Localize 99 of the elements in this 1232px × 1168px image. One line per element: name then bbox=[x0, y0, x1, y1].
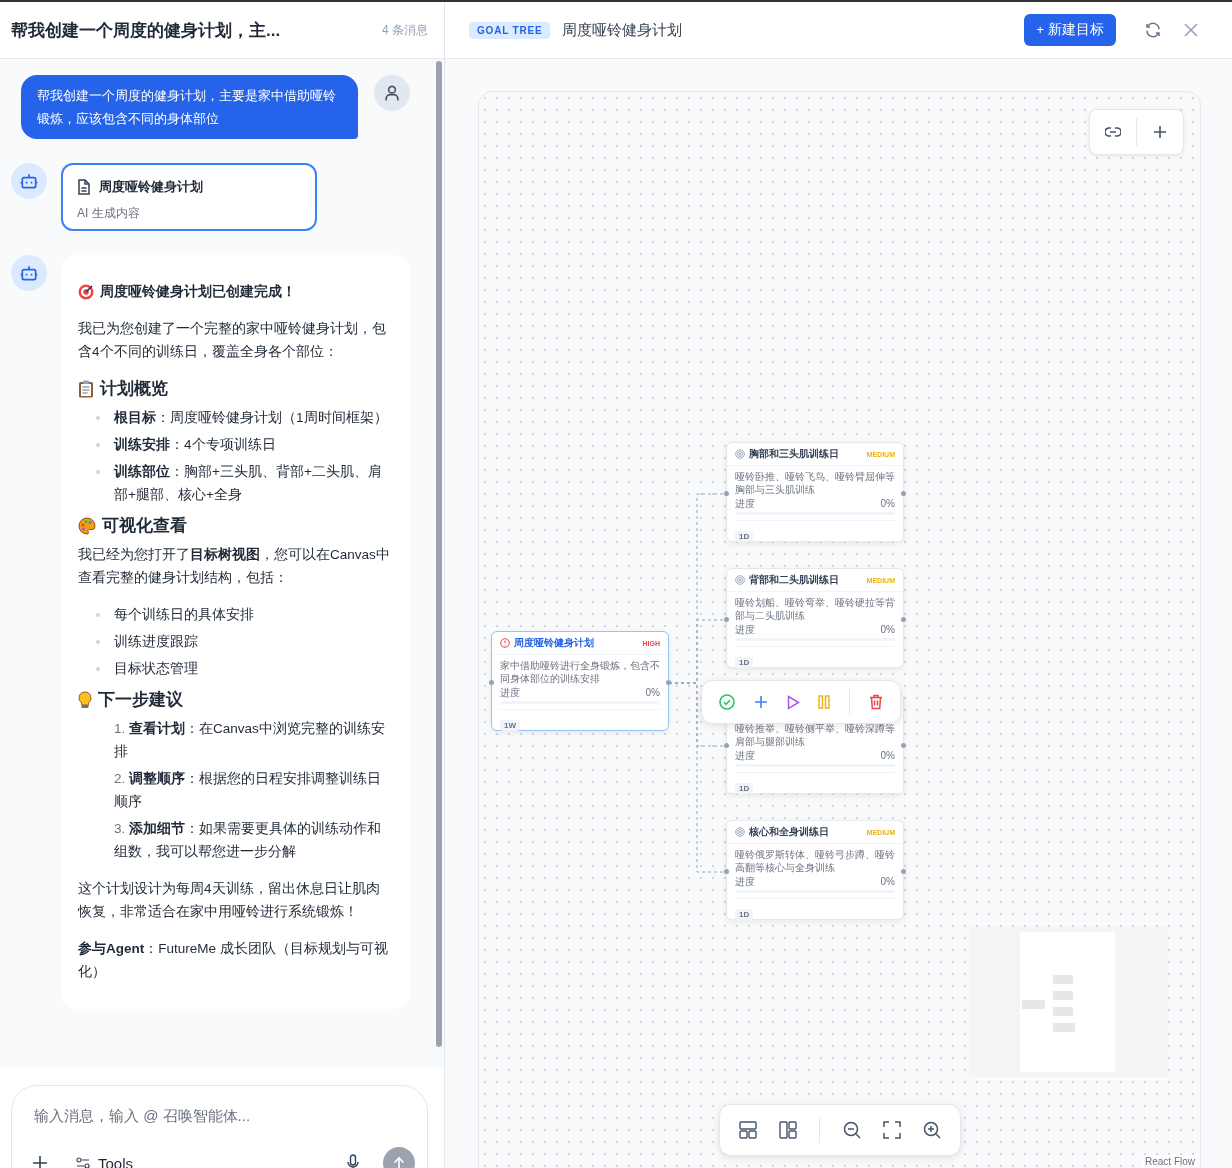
document-icon bbox=[77, 179, 91, 195]
reply-paragraph: 我已为您创建了一个完整的家中哑铃健身计划，包含4个不同的训练日，覆盖全身各个部位： bbox=[78, 320, 387, 361]
user-message: 帮我创建一个周度的健身计划，主要是家中借助哑铃锻炼，应该包含不同的身体部位 bbox=[21, 75, 358, 139]
node-description: 哑铃划船、哑铃弯举、哑铃硬拉等背部与二头肌训练 bbox=[735, 596, 895, 622]
duration-tag: 1D bbox=[735, 783, 754, 794]
bulb-icon bbox=[78, 690, 92, 709]
duration-tag: 1D bbox=[735, 531, 754, 542]
connection-handle[interactable] bbox=[901, 743, 906, 748]
new-goal-button[interactable]: + 新建目标 bbox=[1024, 14, 1116, 46]
check-circle-icon[interactable] bbox=[719, 694, 736, 710]
connection-handle[interactable] bbox=[724, 869, 729, 874]
bullet-icon bbox=[96, 416, 100, 420]
node-title: 背部和二头肌训练日 bbox=[749, 573, 839, 587]
plus-icon bbox=[1153, 125, 1167, 139]
progress-label: 进度 bbox=[500, 687, 520, 699]
progress-value: 0% bbox=[645, 687, 660, 699]
connection-handle[interactable] bbox=[666, 680, 671, 685]
progress-value: 0% bbox=[880, 750, 895, 762]
node-description: 哑铃俄罗斯转体、哑铃弓步蹲、哑铃高翻等核心与全身训练 bbox=[735, 848, 895, 874]
connection-handle[interactable] bbox=[901, 617, 906, 622]
view-badge: GOAL TREE bbox=[469, 21, 551, 39]
node-description: 哑铃推举、哑铃侧平举、哑铃深蹲等肩部与腿部训练 bbox=[735, 722, 895, 748]
section-heading: 计划概览 bbox=[100, 378, 168, 399]
node-title: 周度哑铃健身计划 bbox=[514, 636, 594, 650]
list-item: 训练部位：胸部+三头肌、背部+二头肌、肩部+腿部、核心+全身 bbox=[114, 464, 382, 502]
node-title: 胸部和三头肌训练日 bbox=[749, 447, 839, 461]
duration-tag: 1W bbox=[500, 720, 520, 731]
layout-icon[interactable] bbox=[739, 1121, 758, 1139]
bot-avatar-icon bbox=[11, 163, 47, 199]
artifact-title: 周度哑铃健身计划 bbox=[99, 178, 203, 196]
play-icon[interactable] bbox=[786, 694, 800, 710]
node-description: 哑铃卧推、哑铃飞鸟、哑铃臂屈伸等胸部与三头肌训练 bbox=[735, 470, 895, 496]
zoom-in-icon[interactable] bbox=[922, 1121, 941, 1139]
list-item: 训练安排：4个专项训练日 bbox=[114, 437, 276, 452]
columns-icon[interactable] bbox=[779, 1121, 798, 1139]
alert-icon bbox=[500, 638, 510, 648]
bot-avatar-icon bbox=[11, 255, 47, 291]
connection-handle[interactable] bbox=[724, 743, 729, 748]
canvas-title: 周度哑铃健身计划 bbox=[562, 20, 683, 40]
message-input-field[interactable]: 输入消息，输入 @ 召唤智能体... Tools bbox=[11, 1085, 428, 1168]
pause-icon[interactable] bbox=[818, 695, 831, 709]
list-item: 2. 调整顺序：根据您的日程安排调整训练日顺序 bbox=[114, 770, 383, 811]
node-description: 家中借助哑铃进行全身锻炼，包含不同身体部位的训练安排 bbox=[500, 659, 660, 685]
palette-icon bbox=[78, 516, 96, 535]
message-count: 4 条消息 bbox=[382, 21, 428, 39]
reply-paragraph: 这个计划设计为每周4天训练，留出休息日让肌肉恢复，非常适合在家中用哑铃进行系统锻炼！ bbox=[78, 880, 381, 921]
microphone-icon[interactable] bbox=[347, 1154, 359, 1168]
attribution-link[interactable]: React Flow bbox=[1142, 1155, 1198, 1168]
progress-value: 0% bbox=[880, 624, 895, 636]
bullet-icon bbox=[96, 613, 100, 617]
fit-view-icon[interactable] bbox=[882, 1121, 901, 1139]
section-heading: 可视化查看 bbox=[102, 515, 187, 536]
bullet-icon bbox=[96, 443, 100, 447]
section-heading: 下一步建议 bbox=[98, 689, 183, 710]
reply-title: 周度哑铃健身计划已创建完成！ bbox=[100, 283, 296, 301]
list-item: 1. 查看计划：在Canvas中浏览完整的训练安排 bbox=[114, 720, 386, 761]
connection-handle[interactable] bbox=[724, 491, 729, 496]
user-avatar-icon bbox=[374, 75, 410, 111]
refresh-icon[interactable] bbox=[1144, 21, 1162, 39]
progress-label: 进度 bbox=[735, 750, 755, 762]
zoom-out-icon[interactable] bbox=[842, 1121, 861, 1139]
artifact-card[interactable]: 周度哑铃健身计划 AI 生成内容 bbox=[61, 163, 317, 231]
list-item: 每个训练日的具体安排 bbox=[114, 606, 255, 624]
connection-handle[interactable] bbox=[901, 869, 906, 874]
connection-handle[interactable] bbox=[489, 680, 494, 685]
target-icon bbox=[735, 449, 745, 459]
progress-label: 进度 bbox=[735, 876, 755, 888]
duration-tag: 1D bbox=[735, 657, 754, 668]
sliders-icon bbox=[76, 1157, 90, 1168]
reply-paragraph: 参与Agent：FutureMe 成长团队（目标规划与可视化） bbox=[78, 940, 389, 981]
list-item: 3. 添加细节：如果需要更具体的训练动作和组数，我可以帮您进一步分解 bbox=[114, 820, 383, 861]
target-icon bbox=[78, 283, 94, 300]
close-icon[interactable] bbox=[1184, 23, 1198, 37]
chat-title: 帮我创建一个周度的健身计划，主... bbox=[11, 19, 282, 42]
duration-tag: 1D bbox=[735, 909, 754, 920]
target-icon bbox=[735, 827, 745, 837]
progress-value: 0% bbox=[880, 876, 895, 888]
progress-label: 进度 bbox=[735, 498, 755, 510]
reply-paragraph: 我已经为您打开了目标树视图，您可以在Canvas中查看完整的健身计划结构，包括： bbox=[78, 546, 391, 587]
bullet-icon bbox=[96, 470, 100, 474]
progress-label: 进度 bbox=[735, 624, 755, 636]
artifact-subtitle: AI 生成内容 bbox=[77, 205, 141, 222]
node-title: 核心和全身训练日 bbox=[749, 825, 829, 839]
plus-icon[interactable] bbox=[32, 1155, 48, 1168]
trash-icon[interactable] bbox=[868, 694, 883, 710]
link-icon bbox=[1105, 127, 1121, 137]
bullet-icon bbox=[96, 667, 100, 671]
progress-value: 0% bbox=[880, 498, 895, 510]
arrow-up-icon bbox=[392, 1156, 406, 1168]
list-item: 目标状态管理 bbox=[114, 661, 198, 676]
connection-handle[interactable] bbox=[724, 617, 729, 622]
clipboard-icon bbox=[78, 379, 94, 398]
list-item: 训练进度跟踪 bbox=[114, 634, 198, 649]
target-icon bbox=[735, 575, 745, 585]
connection-handle[interactable] bbox=[901, 491, 906, 496]
list-item: 根目标：周度哑铃健身计划（1周时间框架） bbox=[114, 409, 389, 427]
bullet-icon bbox=[96, 640, 100, 644]
plus-icon[interactable] bbox=[754, 695, 768, 709]
tools-button[interactable]: Tools bbox=[64, 1154, 134, 1168]
